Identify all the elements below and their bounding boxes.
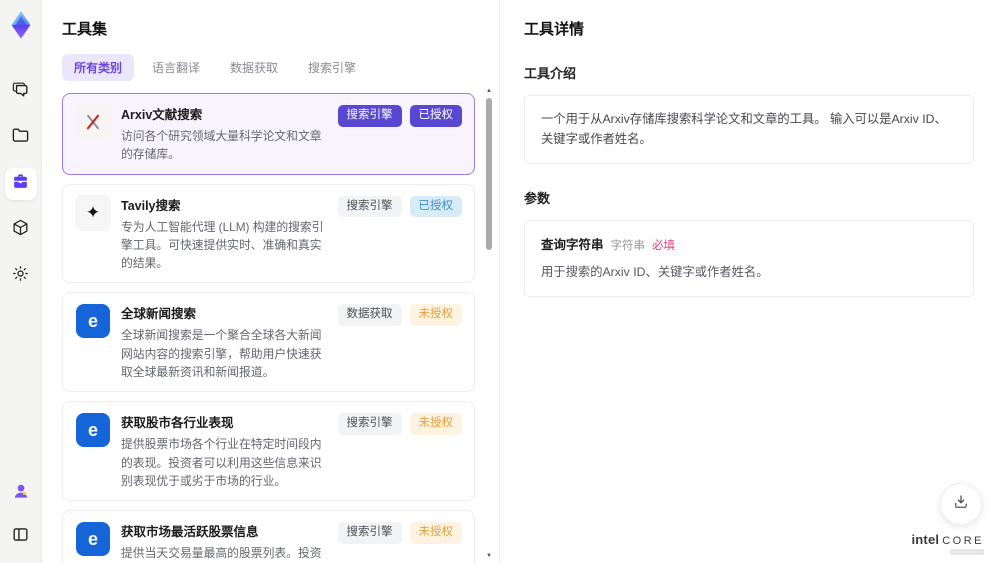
tool-name: 获取市场最活跃股票信息 xyxy=(121,525,259,540)
scrollbar-thumb[interactable] xyxy=(486,98,492,250)
category-tabs: 所有类别 语言翻译 数据获取 搜索引擎 xyxy=(62,54,475,81)
auth-status-badge: 未授权 xyxy=(409,304,462,326)
param-name: 查询字符串 xyxy=(541,238,604,253)
sidebar-item-tools[interactable] xyxy=(4,168,37,200)
tool-detail-panel: 工具详情 工具介绍 一个用于从Arxiv存储库搜索科学论文和文章的工具。 输入可… xyxy=(500,0,1000,563)
tool-badges: 搜索引擎 已授权 xyxy=(337,104,462,164)
tool-name: Tavily搜索 xyxy=(121,198,181,213)
download-button[interactable] xyxy=(940,483,982,525)
app-logo xyxy=(6,10,36,40)
sparkle-icon: ✦ xyxy=(75,194,111,231)
category-badge: 数据获取 xyxy=(337,304,402,326)
intro-card: 一个用于从Arxiv存储库搜索科学论文和文章的工具。 输入可以是Arxiv ID… xyxy=(524,95,974,165)
scroll-up-icon[interactable]: ▲ xyxy=(486,88,492,94)
tab-search-engine[interactable]: 搜索引擎 xyxy=(296,54,368,81)
chat-icon xyxy=(11,80,30,104)
tool-badges: 搜索引擎 未授权 xyxy=(337,412,462,490)
collapse-panel-icon xyxy=(11,525,30,549)
tool-description: 提供股票市场各个行业在特定时间段内的表现。投资者可以利用这些信息来识别表现优于或… xyxy=(121,437,322,488)
params-heading: 参数 xyxy=(524,191,551,207)
category-badge: 搜索引擎 xyxy=(337,105,402,127)
category-badge: 搜索引擎 xyxy=(337,522,402,544)
sidebar-item-settings[interactable] xyxy=(5,260,37,292)
folder-icon xyxy=(11,126,30,150)
list-scrollbar[interactable]: ▲ ▼ xyxy=(486,88,492,559)
tool-badges: 搜索引擎 未授权 xyxy=(337,521,462,563)
param-required-flag: 必填 xyxy=(652,240,676,253)
sidebar-item-chat[interactable] xyxy=(5,76,37,108)
intel-core-logo: intel CORE xyxy=(911,532,984,555)
param-card: 查询字符串 字符串 必填 用于搜索的Arxiv ID、关键字或作者姓名。 xyxy=(524,220,974,298)
toolbox-icon xyxy=(11,172,30,196)
auth-status-badge: 未授权 xyxy=(409,413,462,435)
gear-icon xyxy=(11,264,30,288)
category-badge: 搜索引擎 xyxy=(337,195,402,218)
sidebar-item-account[interactable] xyxy=(5,477,37,509)
detail-title: 工具详情 xyxy=(524,21,585,38)
blue-e-icon: e xyxy=(75,303,111,339)
param-description: 用于搜索的Arxiv ID、关键字或作者姓名。 xyxy=(541,264,769,279)
tab-data-fetch[interactable]: 数据获取 xyxy=(218,54,290,81)
intro-text: 一个用于从Arxiv存储库搜索科学论文和文章的工具。 输入可以是Arxiv ID… xyxy=(541,112,947,146)
tab-language-translation[interactable]: 语言翻译 xyxy=(140,54,212,81)
blue-e-icon: e xyxy=(75,521,111,557)
tool-name: 获取股市各行业表现 xyxy=(121,416,234,431)
tool-description: 访问各个研究领域大量科学论文和文章的存储库。 xyxy=(121,129,322,162)
scroll-down-icon[interactable]: ▼ xyxy=(486,553,492,559)
category-badge: 搜索引擎 xyxy=(337,413,402,435)
param-type: 字符串 xyxy=(610,240,646,253)
tool-description: 提供当天交易量最高的股票列表。投资者可以利用这些信息来识别流动性强的股票和潜在的… xyxy=(121,546,322,561)
tool-card[interactable]: ✦ Tavily搜索 专为人工智能代理 (LLM) 构建的搜索引擎工具。可快速提… xyxy=(62,183,475,284)
tool-card[interactable]: e 获取市场最活跃股票信息 提供当天交易量最高的股票列表。投资者可以利用这些信息… xyxy=(62,510,475,563)
intel-sub-badge xyxy=(950,549,984,555)
blue-e-icon: e xyxy=(75,412,111,448)
auth-status-badge: 已授权 xyxy=(409,195,462,218)
tool-card[interactable]: e 全球新闻搜索 全球新闻搜索是一个聚合全球各大新闻网站内容的搜索引擎，帮助用户… xyxy=(62,292,475,393)
sidebar-item-files[interactable] xyxy=(5,122,37,154)
tool-card[interactable]: Arxiv文献搜索 访问各个研究领域大量科学论文和文章的存储库。 搜索引擎 已授… xyxy=(62,93,475,175)
tool-description: 全球新闻搜索是一个聚合全球各大新闻网站内容的搜索引擎，帮助用户快速获取全球最新资… xyxy=(121,328,322,379)
user-avatar-icon xyxy=(11,481,31,506)
page-title: 工具集 xyxy=(62,21,108,38)
tab-all-categories[interactable]: 所有类别 xyxy=(62,54,135,81)
tool-description: 专为人工智能代理 (LLM) 构建的搜索引擎工具。可快速提供实时、准确和真实的结… xyxy=(121,219,324,271)
core-wordmark: CORE xyxy=(942,535,984,547)
sidebar-item-models[interactable] xyxy=(5,214,37,246)
left-rail xyxy=(0,0,42,563)
tool-name: Arxiv文献搜索 xyxy=(121,108,203,122)
download-icon xyxy=(952,493,970,516)
cube-icon xyxy=(11,218,30,242)
tool-badges: 搜索引擎 已授权 xyxy=(337,195,462,273)
tool-list: Arxiv文献搜索 访问各个研究领域大量科学论文和文章的存储库。 搜索引擎 已授… xyxy=(62,93,475,563)
tool-name: 全球新闻搜索 xyxy=(121,307,197,322)
auth-status-badge: 已授权 xyxy=(409,105,462,127)
arxiv-x-icon xyxy=(75,104,111,140)
tool-list-panel: 工具集 所有类别 语言翻译 数据获取 搜索引擎 Arxiv文献搜索 访问各个研究… xyxy=(42,0,500,563)
tool-card[interactable]: e 获取股市各行业表现 提供股票市场各个行业在特定时间段内的表现。投资者可以利用… xyxy=(62,401,475,502)
sidebar-item-collapse[interactable] xyxy=(5,521,37,553)
auth-status-badge: 未授权 xyxy=(409,522,462,544)
tool-badges: 数据获取 未授权 xyxy=(337,303,462,381)
intel-wordmark: intel xyxy=(911,532,940,547)
intro-heading: 工具介绍 xyxy=(524,66,577,81)
